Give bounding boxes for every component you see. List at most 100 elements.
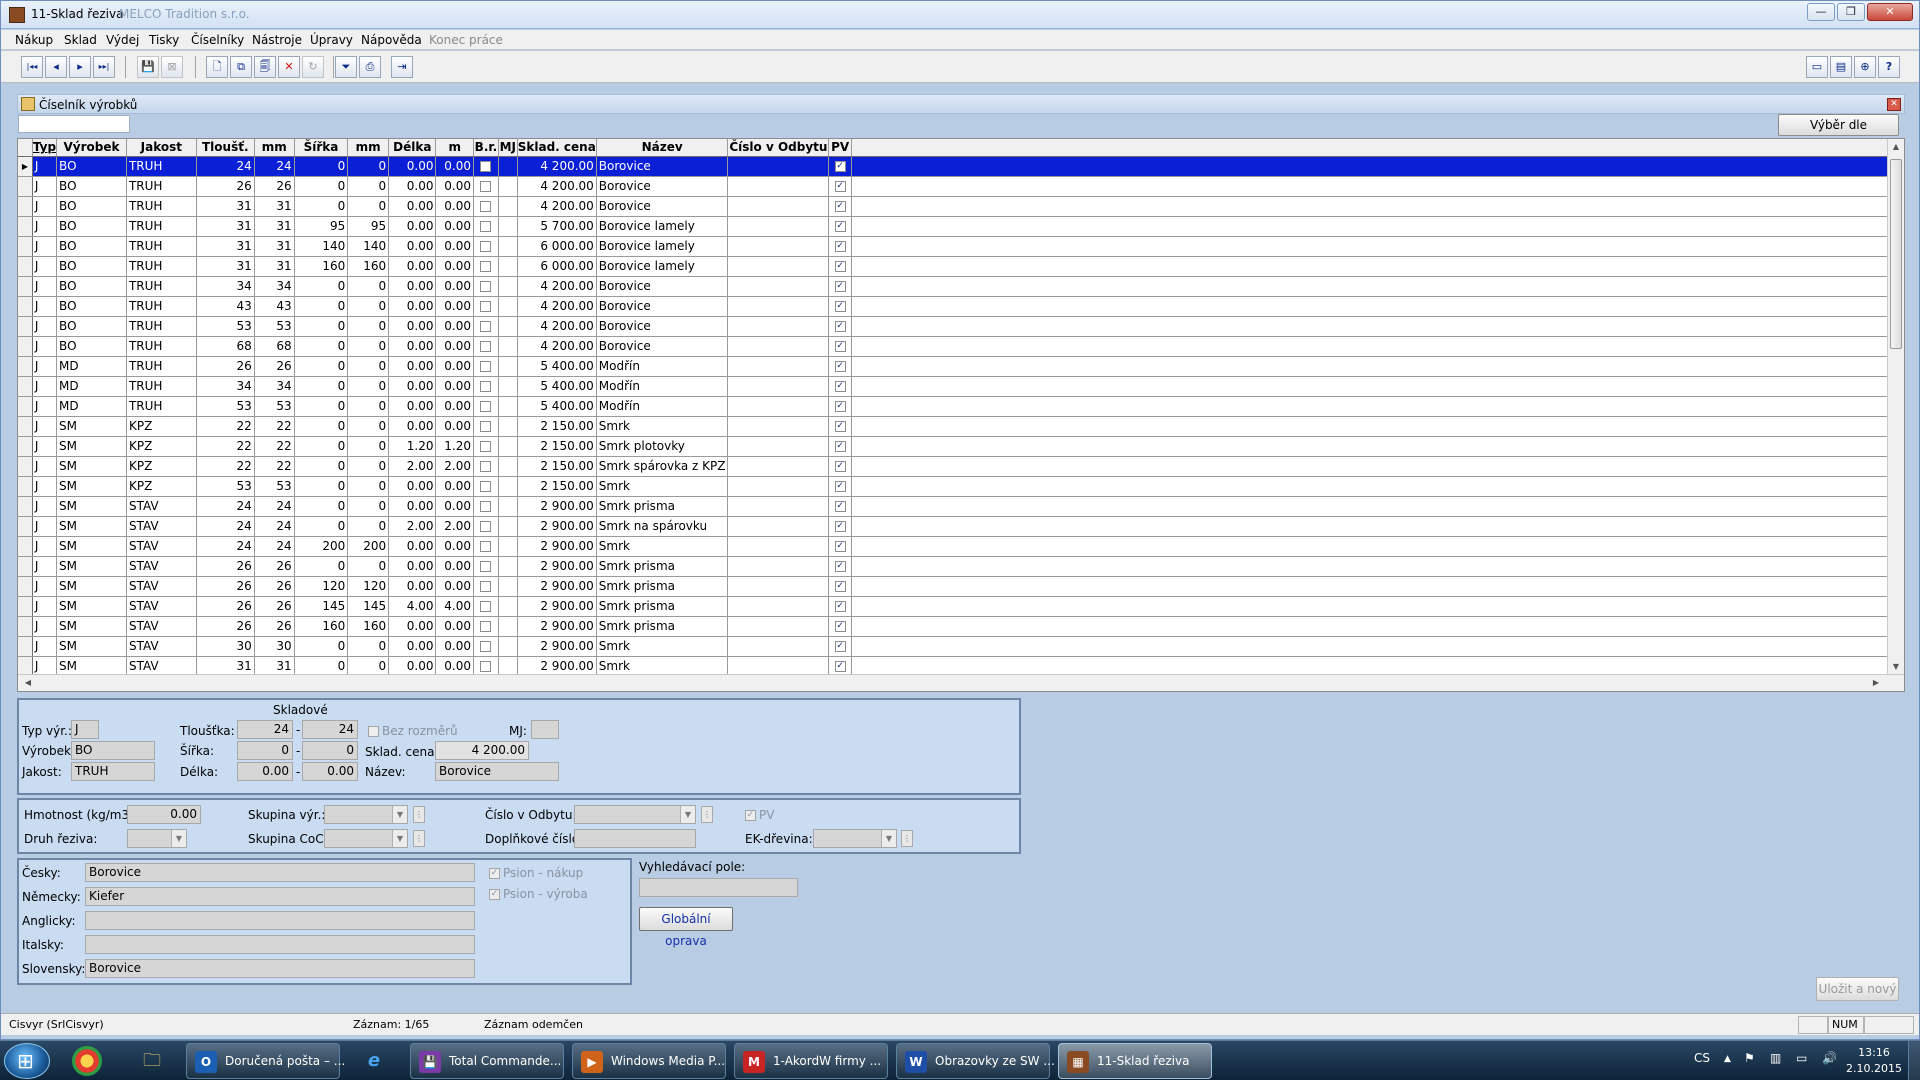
bez-rozmeru-cell[interactable] [473,356,499,377]
volume-icon[interactable]: 🔊 [1822,1051,1837,1065]
scroll-right-icon[interactable]: ▶ [1868,675,1884,691]
checkbox-icon[interactable] [480,541,492,552]
checkbox-icon[interactable] [480,481,492,492]
table-cell[interactable]: 5 400.00 [517,396,597,417]
table-cell[interactable]: SM [56,516,127,537]
pv-cell[interactable]: ✓ [828,276,853,297]
table-cell[interactable]: TRUH [126,336,197,357]
table-cell[interactable]: 0.00 [388,216,437,237]
checkbox-icon[interactable] [480,281,492,292]
column-header[interactable]: mm [254,139,295,157]
table-row[interactable]: ▶ J BO TRUH 24 24 0 0 0.00 0.00 4 200.00 Borovice ✓ [18,156,1904,177]
table-cell[interactable]: 30 [254,636,295,657]
table-cell[interactable]: STAV [126,616,197,637]
table-cell[interactable]: TRUH [126,176,197,197]
network-icon[interactable]: ▥ [1770,1051,1781,1065]
table-cell[interactable]: KPZ [126,436,197,457]
bez-rozmeru-cell[interactable] [473,176,499,197]
table-cell[interactable]: TRUH [126,256,197,277]
table-cell[interactable]: SM [56,436,127,457]
table-cell[interactable]: Smrk prisma [596,616,729,637]
table-cell[interactable] [498,456,518,477]
bez-rozmeru-cell[interactable] [473,196,499,217]
table-cell[interactable]: 26 [196,176,255,197]
chevron-down-icon[interactable]: ▼ [392,830,407,847]
table-cell[interactable]: 0 [347,156,390,177]
table-cell[interactable]: Borovice [596,296,729,317]
table-cell[interactable]: 53 [196,476,255,497]
chevron-down-icon[interactable]: ▼ [392,806,407,823]
pv-cell[interactable]: ✓ [828,616,853,637]
table-cell[interactable]: J [32,336,58,357]
table-cell[interactable]: 120 [347,576,390,597]
table-cell[interactable]: BO [56,216,127,237]
menu-nastroje[interactable]: Nástroje [252,33,302,47]
table-cell[interactable]: 0 [294,456,349,477]
pv-cell[interactable]: ✓ [828,296,853,317]
horizontal-scrollbar[interactable]: ◀ ▶ [18,674,1904,691]
table-cell[interactable] [498,516,518,537]
checkbox-icon[interactable]: ✓ [834,241,846,252]
pv-cell[interactable]: ✓ [828,456,853,477]
column-header[interactable]: MJ [498,139,518,157]
table-row[interactable]: J SM STAV 26 26 0 0 0.00 0.00 2 900.00 Smrk prisma… [18,556,1904,577]
table-cell[interactable]: 34 [254,276,295,297]
bez-rozmeru-cell[interactable] [473,236,499,257]
table-cell[interactable]: Modřín [596,356,729,377]
table-cell[interactable] [498,636,518,657]
bez-rozmeru-cell[interactable] [473,156,499,177]
table-cell[interactable]: 0.00 [435,296,474,317]
row-indicator[interactable] [18,296,33,317]
row-indicator[interactable] [18,496,33,517]
table-cell[interactable]: 0 [294,376,349,397]
table-cell[interactable]: 53 [254,396,295,417]
table-cell[interactable] [498,416,518,437]
table-row[interactable]: J BO TRUH 26 26 0 0 0.00 0.00 4 200.00 Borovice ✓ [18,176,1904,197]
table-cell[interactable] [727,236,830,257]
checkbox-icon[interactable]: ✓ [834,581,846,592]
table-cell[interactable]: 0.00 [388,276,437,297]
table-cell[interactable]: 0.00 [435,636,474,657]
table-cell[interactable]: Modřín [596,376,729,397]
row-indicator[interactable] [18,476,33,497]
pv-cell[interactable]: ✓ [828,576,853,597]
table-cell[interactable]: 34 [196,276,255,297]
table-cell[interactable]: 4 200.00 [517,316,597,337]
bez-rozmeru-cell[interactable] [473,296,499,317]
table-cell[interactable]: 2 900.00 [517,596,597,617]
table-cell[interactable]: 95 [347,216,390,237]
table-cell[interactable]: 0.00 [388,336,437,357]
bez-rozmeru-cell[interactable] [473,336,499,357]
table-cell[interactable]: 0.00 [388,616,437,637]
table-cell[interactable]: 26 [254,596,295,617]
table-cell[interactable]: SM [56,576,127,597]
table-cell[interactable]: 160 [347,616,390,637]
checkbox-icon[interactable]: ✓ [834,661,846,672]
tloustka-to-field[interactable]: 24 [302,720,358,739]
table-cell[interactable] [498,336,518,357]
table-cell[interactable]: J [32,496,58,517]
maximize-button[interactable]: ❐ [1837,3,1865,21]
table-cell[interactable]: 0 [347,376,390,397]
row-indicator[interactable] [18,376,33,397]
vertical-scrollbar[interactable]: ▲ ▼ [1887,139,1904,675]
row-indicator[interactable] [18,196,33,217]
copy-record-icon[interactable]: ⧉ [230,56,252,78]
table-cell[interactable]: SM [56,456,127,477]
checkbox-icon[interactable]: ✓ [834,201,846,212]
cislo-odbytu-select[interactable]: ▼ [574,805,696,824]
table-cell[interactable]: 31 [196,196,255,217]
table-cell[interactable] [498,576,518,597]
app-icon[interactable] [9,7,25,23]
table-row[interactable]: J MD TRUH 53 53 0 0 0.00 0.00 5 400.00 Modřín ✓ [18,396,1904,417]
table-cell[interactable] [498,616,518,637]
table-cell[interactable]: 68 [254,336,295,357]
table-cell[interactable]: TRUH [126,356,197,377]
table-cell[interactable]: 22 [196,456,255,477]
table-cell[interactable] [498,536,518,557]
checkbox-icon[interactable] [480,581,492,592]
table-cell[interactable]: 1.20 [435,436,474,457]
table-cell[interactable]: 26 [196,356,255,377]
table-row[interactable]: J BO TRUH 43 43 0 0 0.00 0.00 4 200.00 Borovice ✓ [18,296,1904,317]
table-cell[interactable]: 0.00 [388,656,437,677]
